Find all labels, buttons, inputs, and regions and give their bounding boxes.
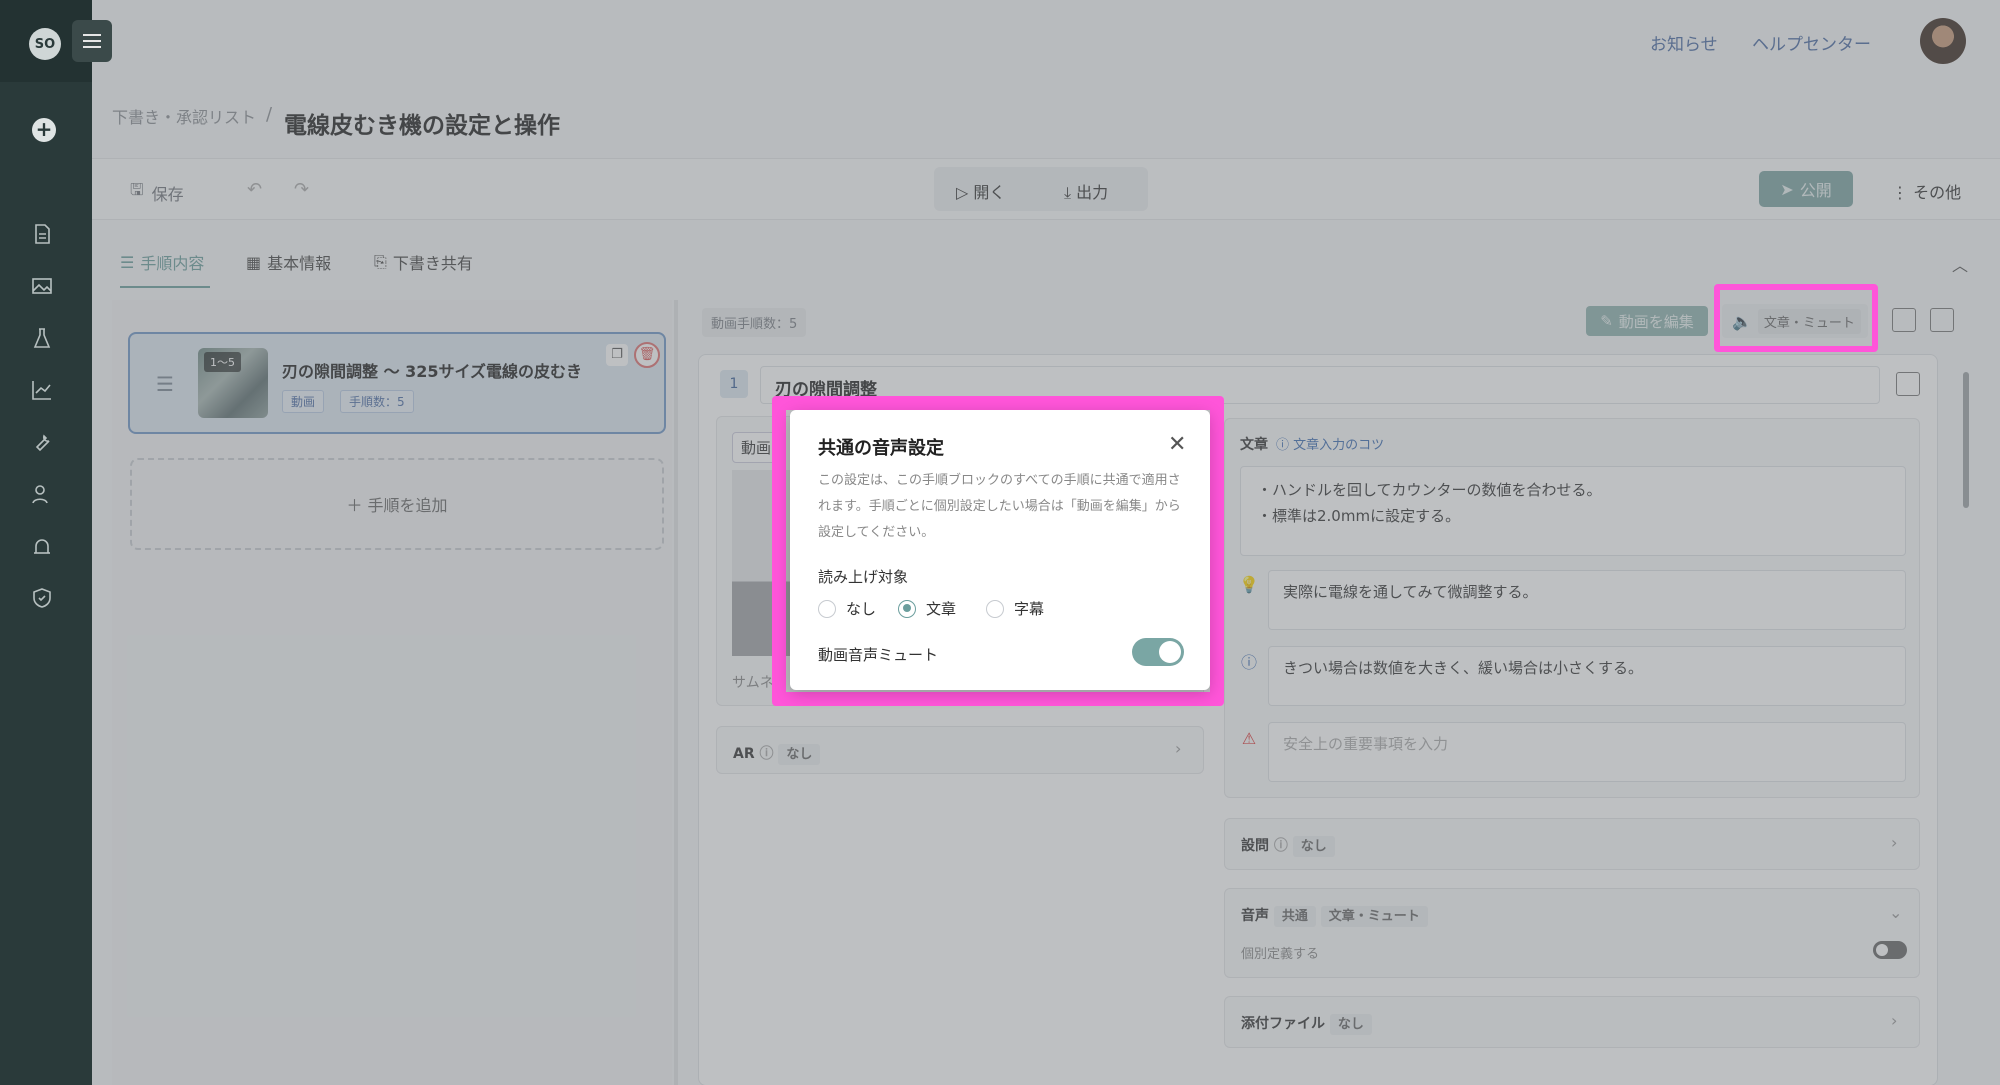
dialog-description: この設定は、この手順ブロックのすべての手順に共通で適用されます。手順ごとに個別設… (818, 473, 1181, 540)
image-icon[interactable] (30, 274, 54, 298)
radio-text[interactable]: 文章 (898, 598, 956, 619)
radio-label: 字幕 (1014, 600, 1045, 618)
close-icon[interactable]: ✕ (1168, 432, 1186, 457)
chart-icon[interactable] (30, 378, 54, 402)
mute-label: 動画音声ミュート (818, 646, 939, 664)
flask-icon[interactable] (30, 326, 54, 350)
radio-label: 文章 (926, 600, 957, 618)
sidebar: SO + (0, 0, 92, 1085)
users-icon[interactable] (30, 482, 54, 506)
radio-dot[interactable] (818, 599, 836, 618)
shield-icon[interactable] (30, 586, 54, 610)
dialog-title: 共通の音声設定 (818, 438, 944, 459)
radio-dot[interactable] (986, 599, 1004, 618)
radio-dot-selected[interactable] (898, 599, 916, 618)
radio-label: なし (846, 600, 877, 618)
add-icon[interactable]: + (32, 118, 56, 142)
read-target-label: 読み上げ対象 (818, 568, 909, 586)
audio-settings-dialog: 共通の音声設定 ✕ この設定は、この手順ブロックのすべての手順に共通で適用されま… (790, 410, 1210, 690)
wrench-icon[interactable] (30, 430, 54, 454)
radio-subtitle[interactable]: 字幕 (986, 598, 1044, 619)
alarm-icon[interactable] (30, 534, 54, 558)
logo-icon: SO (29, 28, 61, 60)
mute-toggle[interactable] (1132, 638, 1184, 666)
document-icon[interactable] (30, 222, 54, 246)
highlight-audio-button (1714, 284, 1878, 352)
menu-toggle-button[interactable] (72, 20, 112, 62)
radio-none[interactable]: なし (818, 598, 876, 619)
